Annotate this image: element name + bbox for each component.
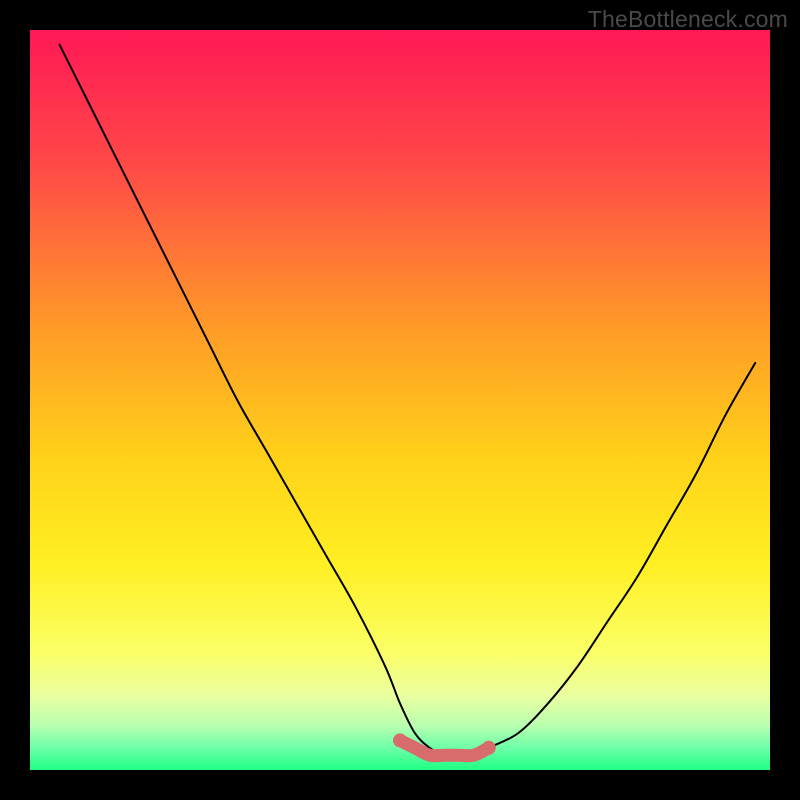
chart-canvas (30, 30, 770, 770)
highlight-endpoint (482, 741, 496, 755)
highlight-endpoint (393, 733, 407, 747)
watermark-text: TheBottleneck.com (588, 6, 788, 33)
chart-background (30, 30, 770, 770)
bottleneck-chart (30, 30, 770, 770)
